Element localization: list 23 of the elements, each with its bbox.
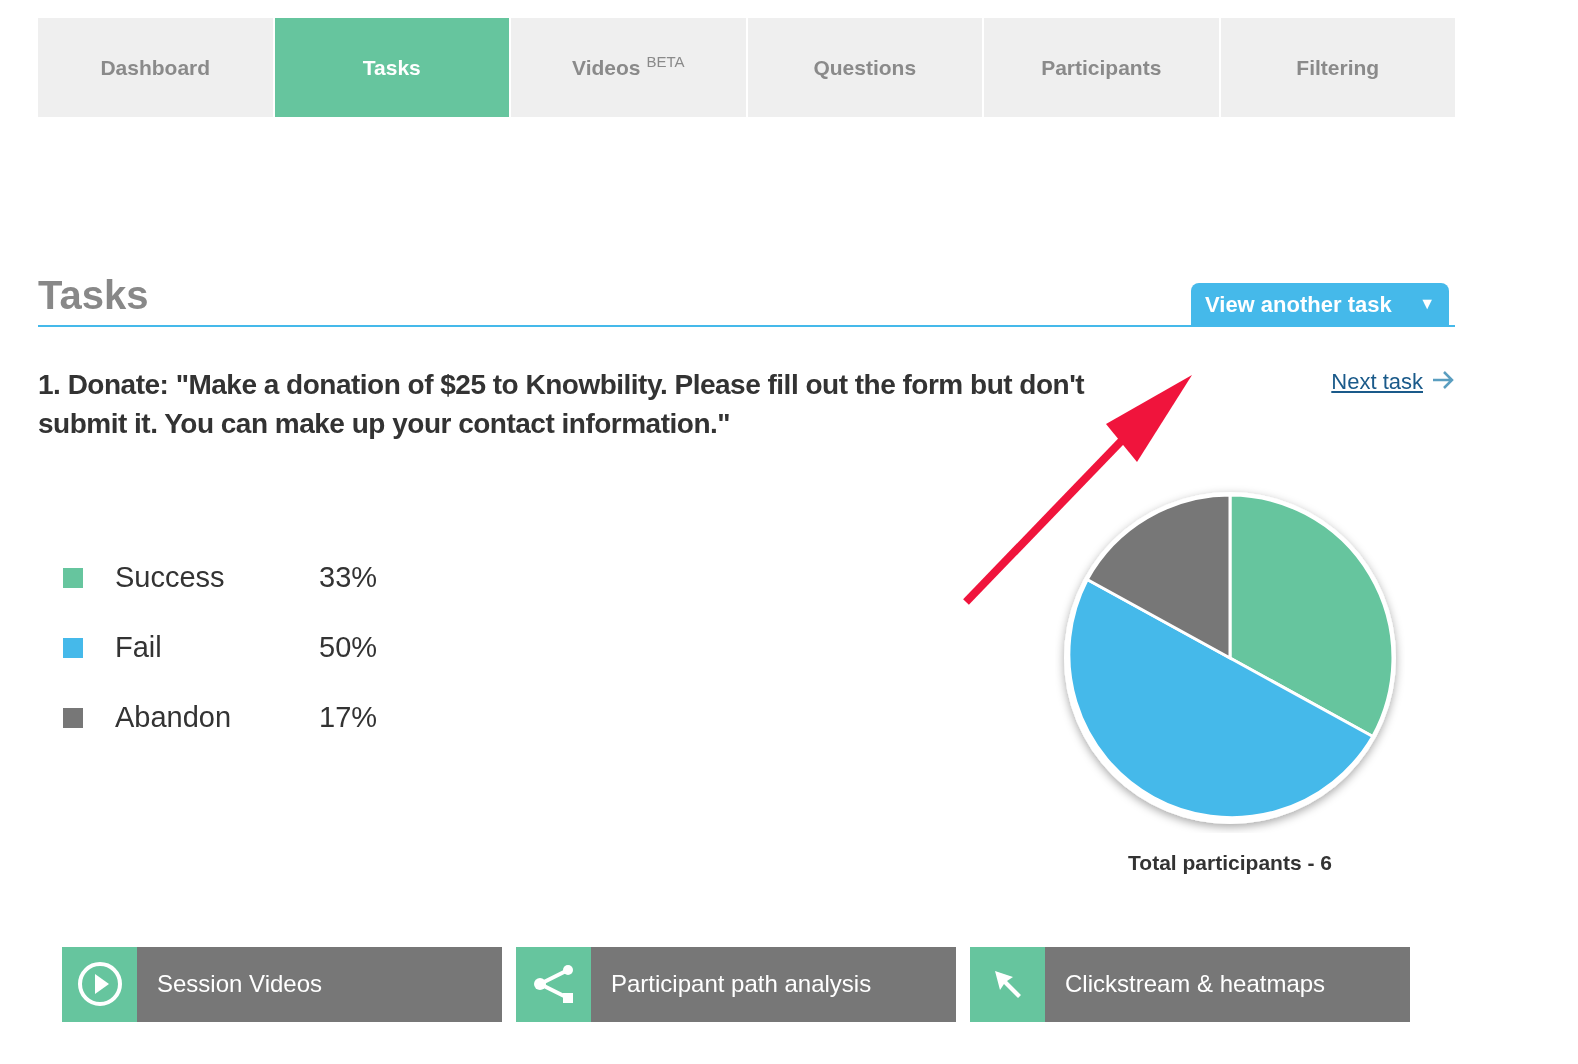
arrow-right-icon <box>1431 369 1455 391</box>
task-description: 1. Donate: "Make a donation of $25 to Knowbility. Please fill out the form but don't submit it. You can make up your contact information." <box>38 368 1086 441</box>
tab[interactable]: Participants <box>984 18 1219 117</box>
action-button[interactable]: Participant path analysis <box>516 946 956 1022</box>
legend-label: Success <box>115 560 226 596</box>
legend-label: Abandon <box>115 700 233 736</box>
tab[interactable]: Tasks <box>274 18 509 117</box>
legend-value: 33% <box>319 560 378 596</box>
tab[interactable]: Questions <box>747 18 982 117</box>
view-another-task-dropdown[interactable]: View another task ▼ <box>1191 283 1449 325</box>
tab[interactable]: Dashboard <box>38 18 273 117</box>
action-button[interactable]: Session Videos <box>62 946 502 1022</box>
tab[interactable]: Videos $^{BETA}$ <box>511 18 746 117</box>
legend-value: 17% <box>319 700 378 736</box>
play-icon <box>76 961 123 1007</box>
tab[interactable]: Filtering <box>1220 18 1455 117</box>
legend-value: 50% <box>319 630 378 666</box>
legend-label: Fail <box>115 630 163 666</box>
action-button[interactable]: Clickstream & heatmaps <box>970 946 1410 1022</box>
next-task-link[interactable]: Next task <box>1331 365 1423 398</box>
total-participants: Total participants - 6 <box>1127 850 1333 876</box>
share-icon <box>531 964 576 1004</box>
section-title: Tasks <box>38 275 149 315</box>
